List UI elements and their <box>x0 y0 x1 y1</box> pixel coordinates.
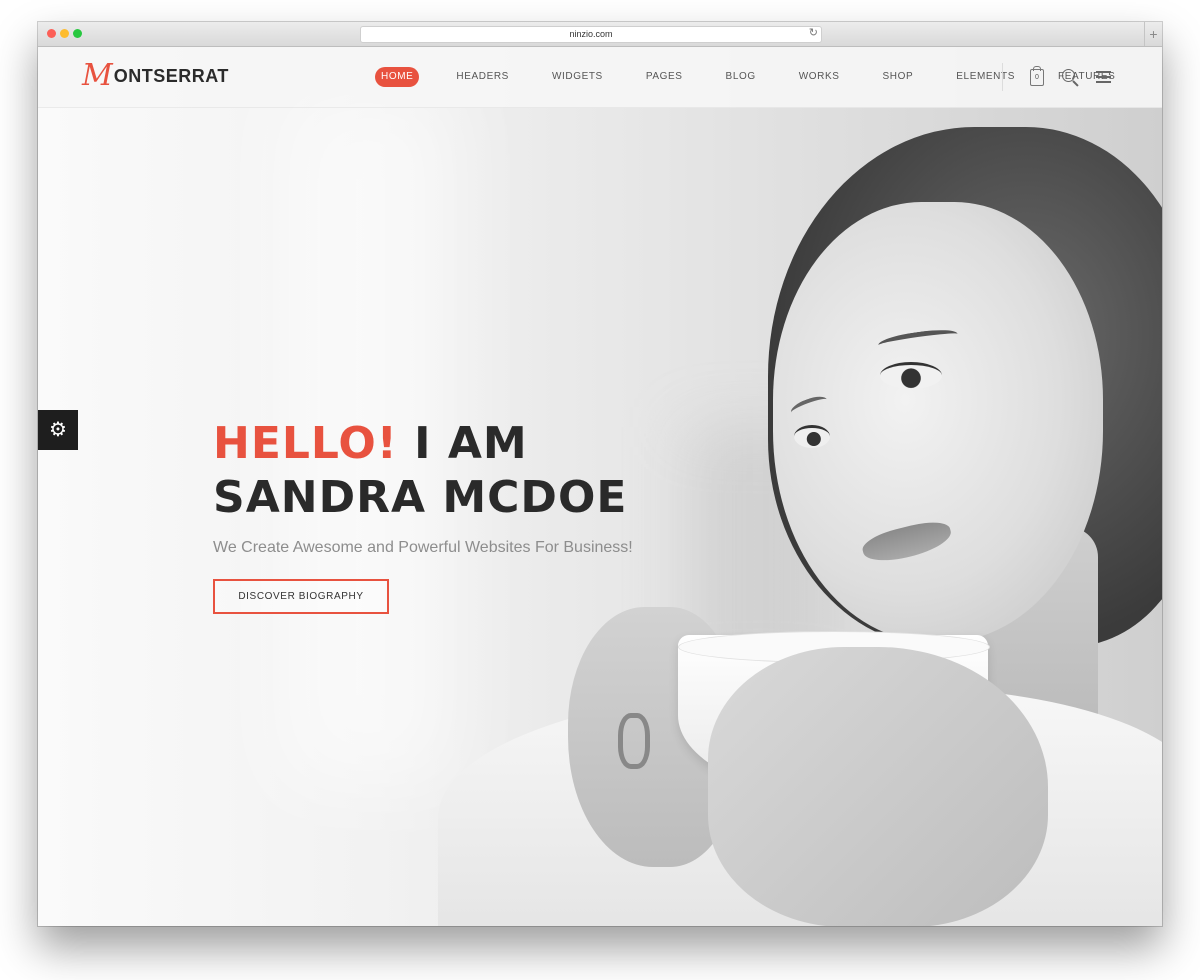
cart-icon[interactable]: 0 <box>1026 66 1048 88</box>
header-divider <box>1002 63 1003 91</box>
nav-item-blog[interactable]: BLOG <box>720 67 762 87</box>
search-icon[interactable] <box>1059 66 1081 88</box>
page-viewport: M ONTSERRAT HOME HEADERS WIDGETS PAGES B… <box>38 47 1162 926</box>
address-bar[interactable]: ninzio.com ↻ <box>360 26 822 43</box>
browser-chrome: ninzio.com ↻ + <box>38 22 1162 47</box>
nav-item-home[interactable]: HOME <box>375 67 420 87</box>
nav-item-pages[interactable]: PAGES <box>640 67 689 87</box>
menu-icon-bar <box>1096 71 1111 73</box>
nav-item-elements[interactable]: ELEMENTS <box>950 67 1021 87</box>
logo-text: ONTSERRAT <box>113 65 229 86</box>
hamburger-menu-icon[interactable] <box>1093 66 1115 88</box>
hero-heading-name: SANDRA MCDOE <box>213 472 628 523</box>
settings-panel-toggle[interactable]: ⚙ <box>38 410 78 450</box>
hero-greeting: HELLO! <box>213 418 398 469</box>
cart-count: 0 <box>1030 69 1044 86</box>
menu-icon-bar <box>1096 81 1111 83</box>
photo-face <box>773 202 1103 642</box>
zoom-window-button[interactable] <box>73 29 82 38</box>
address-bar-url: ninzio.com <box>569 29 613 39</box>
photo-eye <box>794 425 830 448</box>
nav-item-shop[interactable]: SHOP <box>877 67 920 87</box>
site-logo[interactable]: M ONTSERRAT <box>82 60 229 92</box>
photo-ring <box>618 713 650 769</box>
hero-content: HELLO! I AM SANDRA MCDOE We Create Aweso… <box>213 417 633 614</box>
nav-item-headers[interactable]: HEADERS <box>450 67 515 87</box>
new-tab-button[interactable]: + <box>1144 22 1162 46</box>
logo-mark: M <box>82 58 113 93</box>
minimize-window-button[interactable] <box>60 29 69 38</box>
site-header: M ONTSERRAT HOME HEADERS WIDGETS PAGES B… <box>38 47 1162 108</box>
gear-icon: ⚙ <box>49 419 67 441</box>
nav-item-widgets[interactable]: WIDGETS <box>546 67 609 87</box>
hero-tagline: We Create Awesome and Powerful Websites … <box>213 539 633 556</box>
close-window-button[interactable] <box>47 29 56 38</box>
hero-heading-rest: I AM <box>397 418 528 469</box>
discover-biography-button[interactable]: DISCOVER BIOGRAPHY <box>213 579 389 614</box>
search-icon-handle <box>1072 80 1079 87</box>
photo-eye <box>880 362 942 389</box>
photo-hand <box>708 647 1048 926</box>
browser-window: ninzio.com ↻ + M ONTSERRAT HOME HEADERS … <box>38 22 1162 926</box>
hero-heading-line1: HELLO! I AM <box>213 417 633 471</box>
menu-icon-bar <box>1096 76 1111 78</box>
nav-item-works[interactable]: WORKS <box>793 67 846 87</box>
reload-icon[interactable]: ↻ <box>809 26 818 41</box>
